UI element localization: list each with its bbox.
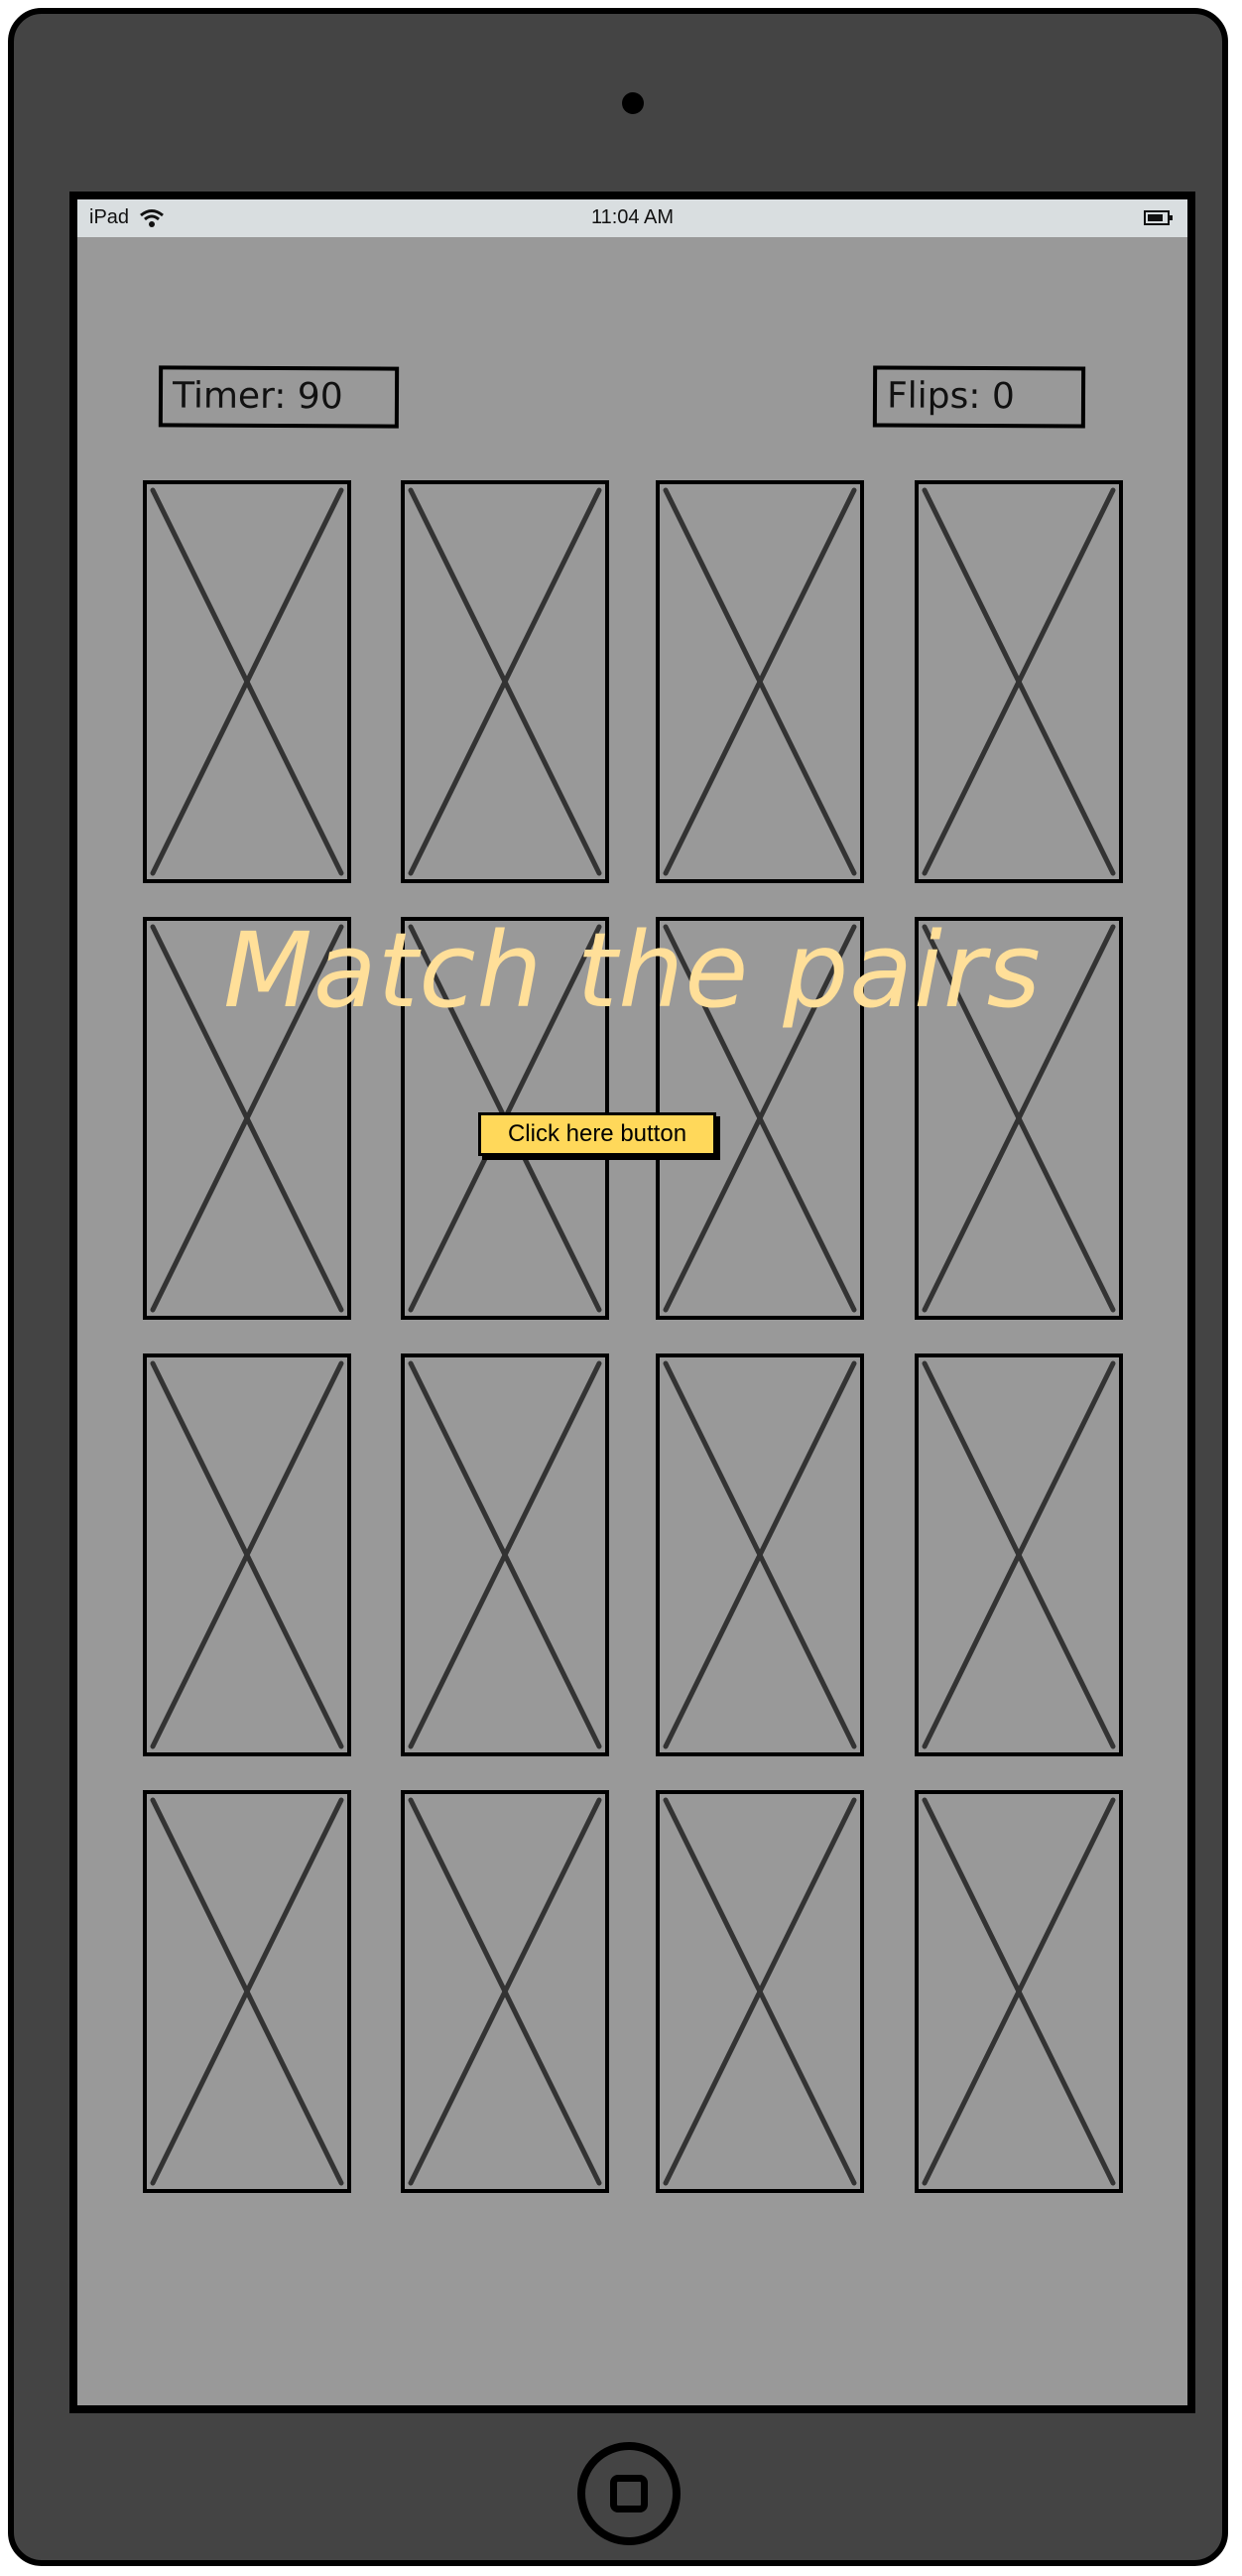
image-placeholder-icon bbox=[922, 487, 1116, 876]
image-placeholder-icon bbox=[408, 487, 602, 876]
memory-card[interactable] bbox=[143, 480, 351, 883]
memory-card[interactable] bbox=[401, 1353, 609, 1756]
memory-card[interactable] bbox=[915, 1353, 1123, 1756]
start-button[interactable]: Click here button bbox=[478, 1112, 716, 1156]
memory-card[interactable] bbox=[401, 1790, 609, 2193]
status-bar: iPad 11:04 AM bbox=[77, 199, 1187, 237]
memory-card[interactable] bbox=[656, 1353, 864, 1756]
battery-icon bbox=[1144, 210, 1173, 225]
image-placeholder-icon bbox=[663, 1797, 857, 2186]
memory-card[interactable] bbox=[143, 1790, 351, 2193]
timer-display: Timer: 90 bbox=[158, 365, 400, 429]
game-title: Match the pairs bbox=[223, 910, 1042, 1031]
ipad-device-frame: iPad 11:04 AM Timer: 90 Flips: 0 Match t… bbox=[8, 8, 1228, 2566]
image-placeholder-icon bbox=[922, 1797, 1116, 2186]
memory-card[interactable] bbox=[915, 1790, 1123, 2193]
image-placeholder-icon bbox=[150, 1360, 344, 1749]
image-placeholder-icon bbox=[663, 1360, 857, 1749]
memory-card[interactable] bbox=[656, 1790, 864, 2193]
status-time: 11:04 AM bbox=[590, 206, 675, 228]
home-square-icon bbox=[610, 2475, 648, 2512]
memory-card[interactable] bbox=[656, 480, 864, 883]
flips-counter: Flips: 0 bbox=[872, 365, 1086, 429]
camera bbox=[622, 92, 644, 114]
memory-card[interactable] bbox=[915, 480, 1123, 883]
image-placeholder-icon bbox=[663, 487, 857, 876]
memory-card[interactable] bbox=[143, 1353, 351, 1756]
screen: iPad 11:04 AM Timer: 90 Flips: 0 Match t… bbox=[69, 192, 1195, 2413]
memory-card[interactable] bbox=[401, 480, 609, 883]
image-placeholder-icon bbox=[150, 1797, 344, 2186]
image-placeholder-icon bbox=[922, 1360, 1116, 1749]
image-placeholder-icon bbox=[408, 1797, 602, 2186]
home-button[interactable] bbox=[577, 2442, 681, 2545]
image-placeholder-icon bbox=[408, 1360, 602, 1749]
image-placeholder-icon bbox=[150, 487, 344, 876]
